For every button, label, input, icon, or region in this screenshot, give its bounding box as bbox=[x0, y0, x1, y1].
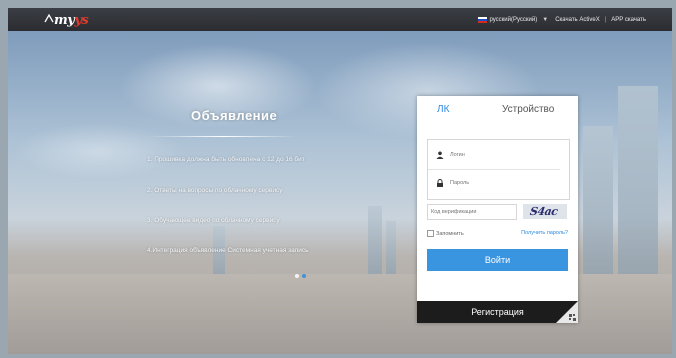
password-field bbox=[428, 169, 569, 197]
login-input[interactable] bbox=[450, 152, 560, 158]
carousel-dot-active[interactable] bbox=[302, 274, 306, 278]
page: myys русский(Русский) ▼ Скачать ActiveX … bbox=[8, 8, 672, 354]
tab-device[interactable]: Устройство bbox=[502, 104, 554, 115]
building bbox=[386, 221, 396, 276]
remember-me: Запомнить bbox=[427, 230, 464, 237]
tab-lk[interactable]: ЛК bbox=[437, 104, 449, 115]
login-field bbox=[428, 141, 560, 170]
announcement-title: Объявление bbox=[191, 108, 278, 123]
building bbox=[583, 126, 613, 276]
captcha-row: S4ac bbox=[427, 204, 568, 220]
announcement-item[interactable]: 1. Прошивка должна быть обновлена с 12 д… bbox=[147, 156, 305, 163]
carousel-dots bbox=[295, 274, 306, 278]
lock-icon bbox=[436, 179, 444, 187]
language-select[interactable]: русский(Русский) ▼ bbox=[478, 16, 551, 23]
announcement-item[interactable]: 2. Ответы на вопросы по облачному сервис… bbox=[147, 187, 282, 194]
login-tabs: ЛК Устройство bbox=[417, 96, 578, 122]
login-panel: ЛК Устройство S4ac bbox=[417, 96, 578, 323]
chevron-down-icon: ▼ bbox=[542, 16, 549, 23]
top-bar: myys русский(Русский) ▼ Скачать ActiveX … bbox=[8, 8, 672, 31]
top-right-links: русский(Русский) ▼ Скачать ActiveX | APP… bbox=[478, 8, 646, 31]
user-icon bbox=[436, 151, 444, 159]
building bbox=[368, 206, 382, 276]
download-activex-link[interactable]: Скачать ActiveX bbox=[555, 17, 600, 23]
title-underline bbox=[148, 136, 298, 137]
password-input[interactable] bbox=[450, 180, 560, 186]
building bbox=[618, 86, 658, 276]
login-button[interactable]: Войти bbox=[427, 249, 568, 271]
announcement-item[interactable]: 3. Обучающее видео по облачному сервису bbox=[147, 217, 280, 224]
announcement-item[interactable]: 4.Интеграция объявление Системная учетна… bbox=[147, 247, 309, 254]
remember-checkbox[interactable] bbox=[427, 230, 434, 237]
logo-roof-icon bbox=[44, 13, 54, 23]
captcha-text: S4ac bbox=[529, 205, 559, 218]
logo-text: myys bbox=[54, 12, 89, 28]
captcha-image[interactable]: S4ac bbox=[523, 204, 567, 219]
app-download-link[interactable]: APP скачать bbox=[611, 17, 646, 23]
carousel-dot[interactable] bbox=[295, 274, 299, 278]
remember-label[interactable]: Запомнить bbox=[436, 231, 464, 237]
russia-flag-icon bbox=[478, 16, 488, 23]
get-password-link[interactable]: Получить пароль? bbox=[521, 230, 568, 236]
credentials-box bbox=[427, 139, 570, 200]
register-button[interactable]: Регистрация bbox=[417, 301, 578, 323]
logo[interactable]: myys bbox=[44, 9, 89, 31]
qr-corner-icon[interactable] bbox=[556, 301, 578, 323]
captcha-input[interactable] bbox=[427, 204, 517, 220]
separator: | bbox=[604, 16, 607, 23]
language-label: русский(Русский) bbox=[489, 16, 538, 23]
